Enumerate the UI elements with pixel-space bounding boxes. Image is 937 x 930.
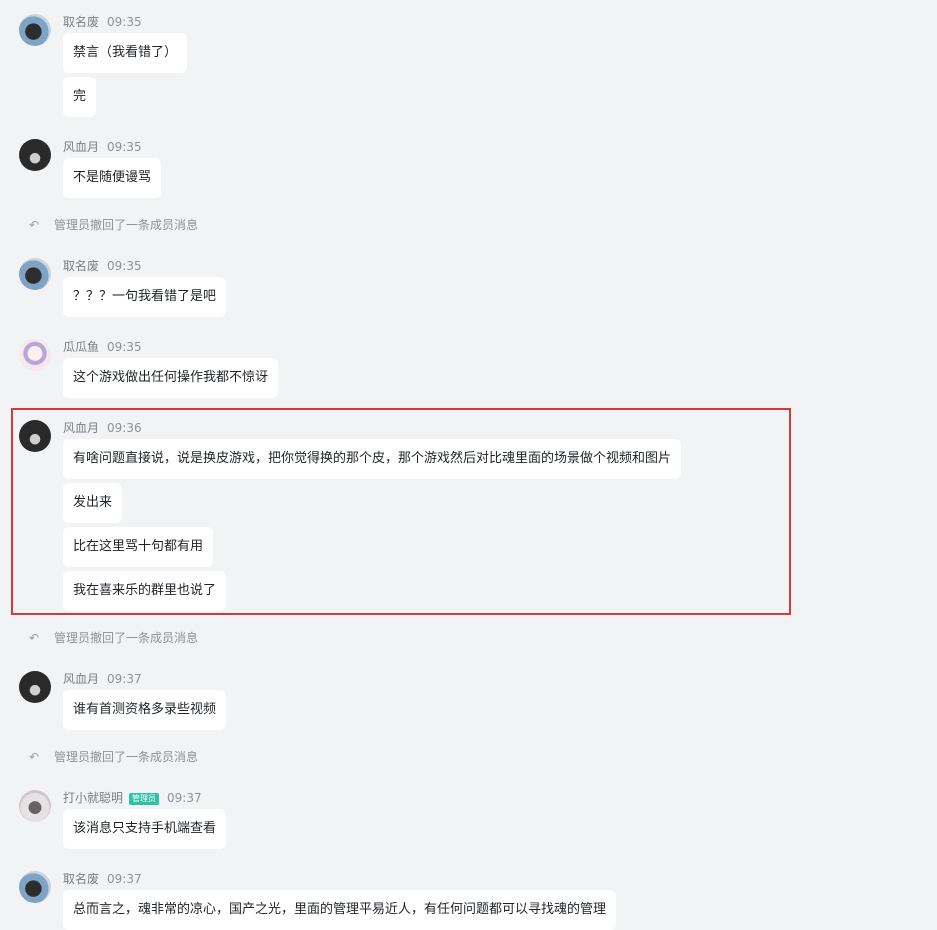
- message-meta: 取名废 09:35: [63, 14, 142, 30]
- message-bubble[interactable]: 完: [63, 77, 97, 117]
- sender-name[interactable]: 取名废: [63, 15, 99, 29]
- undo-arrow-icon: ↶: [29, 750, 40, 764]
- message-meta: 打小就聪明 管理员 09:37: [63, 790, 202, 806]
- user-avatar-icon[interactable]: [19, 339, 51, 371]
- recall-notice-text: 管理员撤回了一条成员消息: [54, 218, 199, 232]
- sender-name[interactable]: 瓜瓜鱼: [63, 340, 99, 354]
- sender-name[interactable]: 取名废: [63, 872, 99, 886]
- user-avatar-icon[interactable]: [19, 258, 51, 290]
- message-meta: 风血月 09:37: [63, 671, 142, 687]
- message-meta: 取名废 09:37: [63, 871, 142, 887]
- message-time: 09:37: [107, 672, 142, 686]
- sender-name[interactable]: 打小就聪明: [63, 791, 123, 805]
- message-time: 09:37: [167, 791, 202, 805]
- sender-name[interactable]: 风血月: [63, 672, 99, 686]
- message-meta: 风血月 09:35: [63, 139, 142, 155]
- message-bubble[interactable]: 禁言（我看错了）: [63, 33, 188, 73]
- user-avatar-icon[interactable]: [19, 139, 51, 171]
- message-bubble[interactable]: 该消息只支持手机端查看: [63, 809, 227, 849]
- message-meta: 瓜瓜鱼 09:35: [63, 339, 142, 355]
- message-time: 09:35: [107, 140, 142, 154]
- user-avatar-icon[interactable]: [19, 871, 51, 903]
- message-meta: 取名废 09:35: [63, 258, 142, 274]
- recall-notice: ↶ 管理员撤回了一条成员消息: [29, 217, 198, 233]
- recall-notice: ↶ 管理员撤回了一条成员消息: [29, 749, 198, 765]
- message-bubble[interactable]: 这个游戏做出任何操作我都不惊讶: [63, 358, 279, 398]
- recall-notice-text: 管理员撤回了一条成员消息: [54, 631, 199, 645]
- highlight-box: [11, 408, 791, 615]
- user-avatar-icon[interactable]: [19, 790, 51, 822]
- user-avatar-icon[interactable]: [19, 671, 51, 703]
- admin-badge: 管理员: [129, 793, 160, 805]
- undo-arrow-icon: ↶: [29, 631, 40, 645]
- user-avatar-icon[interactable]: [19, 14, 51, 46]
- sender-name[interactable]: 风血月: [63, 140, 99, 154]
- message-bubble[interactable]: 不是随便谩骂: [63, 158, 162, 198]
- message-bubble[interactable]: ？？？一句我看错了是吧: [63, 277, 227, 317]
- message-bubble[interactable]: 总而言之，魂非常的凉心，国产之光，里面的管理平易近人，有任何问题都可以寻找魂的管…: [63, 890, 617, 930]
- recall-notice: ↶ 管理员撤回了一条成员消息: [29, 630, 198, 646]
- message-time: 09:35: [107, 15, 142, 29]
- message-bubble[interactable]: 谁有首测资格多录些视频: [63, 690, 227, 730]
- recall-notice-text: 管理员撤回了一条成员消息: [54, 750, 199, 764]
- message-time: 09:35: [107, 340, 142, 354]
- undo-arrow-icon: ↶: [29, 218, 40, 232]
- message-time: 09:35: [107, 259, 142, 273]
- message-time: 09:37: [107, 872, 142, 886]
- sender-name[interactable]: 取名废: [63, 259, 99, 273]
